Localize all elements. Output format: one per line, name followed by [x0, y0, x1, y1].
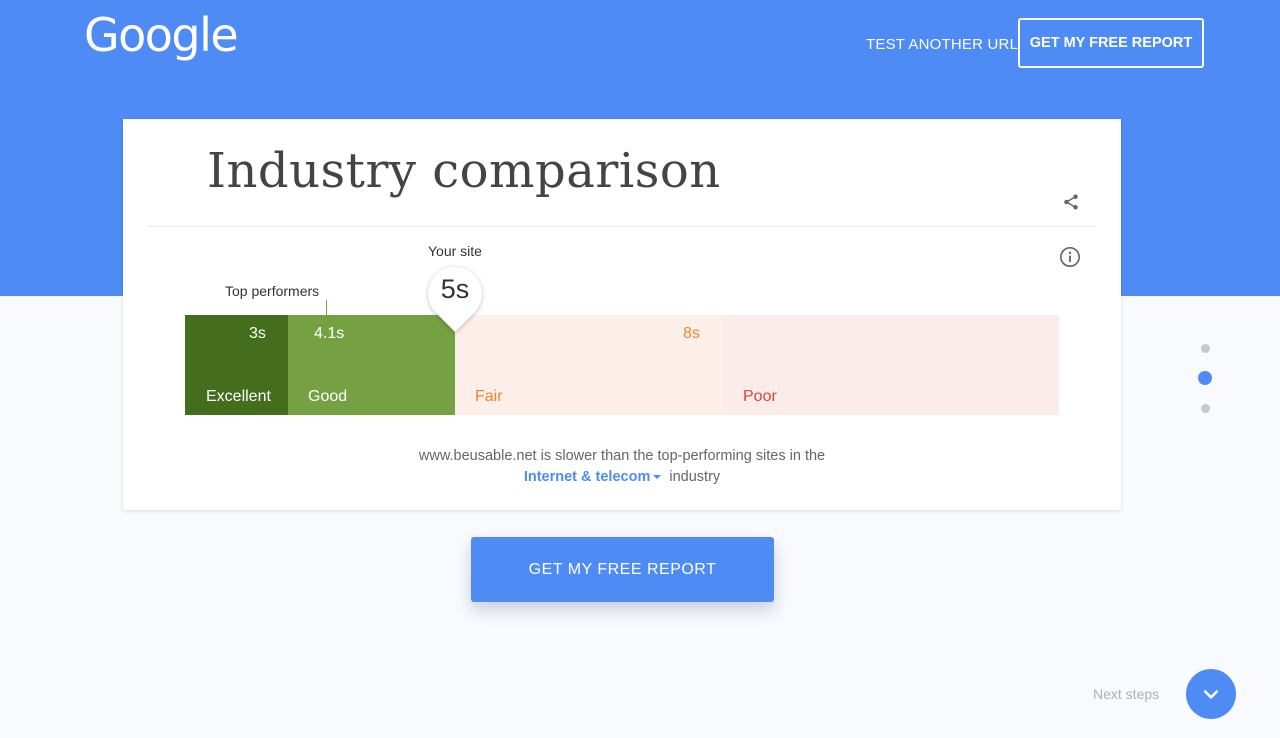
google-logo[interactable]: Google	[84, 8, 239, 62]
top-performers-marker	[326, 300, 327, 315]
caret-down-icon	[653, 475, 662, 480]
share-icon[interactable]	[1059, 190, 1083, 214]
segment-label: Excellent	[206, 388, 271, 405]
chevron-down-icon	[1203, 690, 1219, 699]
segment-label: Fair	[475, 388, 503, 405]
segment-label: Good	[308, 388, 348, 405]
segment-label: Poor	[743, 388, 777, 405]
industry-dropdown-label: Internet & telecom	[523, 469, 651, 485]
segment-excellent: 3s Excellent	[185, 315, 288, 415]
industry-dropdown[interactable]: Internet & telecom	[524, 469, 666, 485]
your-site-value: 5s	[440, 274, 470, 304]
comparison-summary: www.beusable.net is slower than the top-…	[123, 446, 1121, 488]
your-site-pin: 5s	[427, 265, 483, 333]
info-icon[interactable]	[1058, 245, 1082, 269]
site-url: www.beusable.net	[418, 448, 537, 464]
pagination-dot-3[interactable]	[1201, 404, 1210, 413]
segment-value: 8s	[683, 325, 700, 342]
top-performers-label: Top performers	[225, 283, 320, 299]
next-steps-label: Next steps	[1093, 686, 1160, 702]
segment-value: 3s	[249, 325, 266, 342]
summary-text: is slower than the top-performing sites …	[540, 448, 826, 464]
card-title: Industry comparison	[207, 143, 721, 199]
get-report-button[interactable]: GET MY FREE REPORT	[471, 537, 774, 602]
summary-suffix: industry	[669, 469, 721, 485]
pagination-dot-1[interactable]	[1201, 344, 1210, 353]
segment-poor: Poor	[722, 315, 1059, 415]
header-get-report-button[interactable]: GET MY FREE REPORT	[1018, 18, 1204, 68]
industry-comparison-card: Industry comparison Top performers Your …	[123, 119, 1121, 510]
your-site-label: Your site	[428, 243, 482, 259]
next-steps-button[interactable]	[1186, 669, 1236, 719]
test-another-url-link[interactable]: TEST ANOTHER URL	[866, 36, 1018, 53]
pagination-dot-2-active[interactable]	[1198, 371, 1212, 385]
segment-value: 4.1s	[314, 325, 345, 342]
segment-fair: 8s Fair	[455, 315, 722, 415]
card-divider	[148, 226, 1096, 227]
